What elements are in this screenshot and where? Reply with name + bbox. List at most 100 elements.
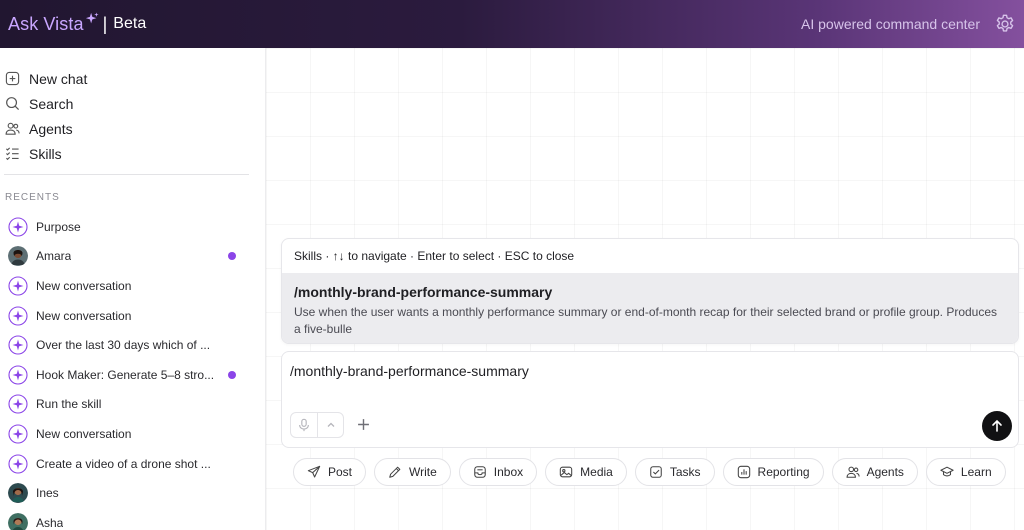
avatar	[8, 246, 28, 267]
chip-inbox[interactable]: Inbox	[458, 458, 538, 486]
sidebar: New chat Search Agents Skills RECENTS Pu…	[0, 48, 266, 530]
recent-item-label: New conversation	[36, 308, 132, 323]
recent-item[interactable]: New conversation	[0, 301, 265, 331]
recent-item[interactable]: Ines	[0, 478, 265, 508]
chip-reporting[interactable]: Reporting	[722, 458, 824, 486]
agents-icon	[5, 122, 20, 135]
chip-label: Learn	[960, 465, 992, 479]
chip-write[interactable]: Write	[374, 458, 451, 486]
recent-item[interactable]: Purpose	[0, 212, 265, 242]
pencil-icon	[389, 466, 401, 478]
search-icon	[6, 97, 20, 111]
recent-item[interactable]: New conversation	[0, 419, 265, 449]
chat-composer: /monthly-brand-performance-summary	[281, 351, 1019, 448]
unread-indicator	[228, 252, 236, 261]
checkbox-icon	[650, 466, 662, 478]
gear-icon[interactable]	[994, 13, 1016, 35]
sparkle-icon	[8, 453, 28, 474]
sidebar-item-new-chat[interactable]: New chat	[5, 66, 265, 91]
sidebar-item-skills[interactable]: Skills	[5, 141, 265, 166]
avatar	[8, 512, 28, 530]
recent-item[interactable]: Create a video of a drone shot ...	[0, 449, 265, 479]
recent-item-label: New conversation	[36, 278, 132, 293]
chip-media[interactable]: Media	[545, 458, 627, 486]
chip-agents[interactable]: Agents	[831, 458, 918, 486]
sidebar-item-label: New chat	[29, 70, 88, 87]
recent-item[interactable]: Run the skill	[0, 390, 265, 420]
main-panel: Skills · ↑↓ to navigate · Enter to selec…	[266, 48, 1024, 530]
skill-option[interactable]: /monthly-brand-performance-summary Use w…	[282, 273, 1018, 343]
recent-item-label: Ines	[36, 486, 59, 501]
voice-input-group	[290, 412, 344, 438]
chip-post[interactable]: Post	[293, 458, 367, 486]
sidebar-item-agents[interactable]: Agents	[5, 116, 265, 141]
sparkle-icon	[85, 12, 99, 24]
sparkle-icon	[8, 394, 28, 414]
app-header: Ask Vista | Beta AI powered command cent…	[0, 0, 1024, 48]
attach-button[interactable]	[354, 415, 372, 433]
sidebar-nav: New chat Search Agents Skills	[0, 48, 265, 166]
send-icon	[307, 465, 321, 478]
chip-label: Media	[580, 465, 613, 479]
agents-icon	[846, 466, 860, 478]
beta-label: Beta	[113, 15, 147, 32]
graduation-cap-icon	[940, 466, 954, 477]
skills-popup-hint: Skills · ↑↓ to navigate · Enter to selec…	[294, 249, 575, 263]
skill-option-description: Use when the user wants a monthly perfor…	[294, 305, 998, 336]
chip-tasks[interactable]: Tasks	[634, 458, 715, 486]
inbox-icon	[474, 466, 486, 478]
recent-item-label: Purpose	[36, 219, 81, 234]
chip-label: Post	[328, 465, 353, 479]
recent-item[interactable]: Amara	[0, 242, 265, 272]
brand[interactable]: Ask Vista | Beta	[8, 12, 147, 35]
sparkle-icon	[8, 365, 28, 385]
chip-label: Tasks	[669, 465, 701, 479]
recent-item-label: Create a video of a drone shot ...	[36, 456, 211, 471]
recent-item-label: Amara	[36, 249, 72, 264]
skills-popup: Skills · ↑↓ to navigate · Enter to selec…	[281, 238, 1019, 344]
sparkle-icon	[8, 276, 28, 296]
quick-action-chips: Post Write Inbox Media Tasks Reporting A…	[293, 458, 1014, 486]
sidebar-item-label: Skills	[29, 145, 62, 162]
recent-item-label: New conversation	[36, 426, 132, 441]
chip-label: Write	[409, 465, 437, 479]
microphone-icon	[299, 418, 309, 432]
chip-label: Agents	[866, 465, 904, 479]
recent-item[interactable]: New conversation	[0, 271, 265, 301]
header-tagline: AI powered command center	[801, 16, 980, 32]
recent-item[interactable]: Hook Maker: Generate 5–8 stro...	[0, 360, 265, 390]
recent-item[interactable]: Over the last 30 days which of ...	[0, 330, 265, 360]
recent-item-label: Asha	[36, 515, 64, 530]
sparkle-icon	[8, 424, 28, 444]
sidebar-divider	[4, 174, 249, 175]
new-chat-icon	[5, 71, 20, 86]
sidebar-item-label: Search	[29, 95, 74, 112]
recents-list: Purpose Amara New conversation New conve…	[0, 212, 265, 530]
sidebar-item-search[interactable]: Search	[5, 91, 265, 116]
brand-separator: |	[102, 13, 108, 34]
sparkle-icon	[8, 217, 28, 237]
skills-icon	[6, 147, 19, 161]
recent-item-label: Hook Maker: Generate 5–8 stro...	[36, 367, 215, 382]
brand-name: Ask Vista	[8, 13, 84, 34]
voice-options-button[interactable]	[317, 413, 343, 437]
message-input[interactable]: /monthly-brand-performance-summary	[290, 363, 950, 379]
chip-label: Inbox	[493, 465, 524, 479]
sparkle-icon	[8, 335, 28, 355]
sparkle-icon	[8, 306, 28, 326]
microphone-button[interactable]	[291, 413, 317, 437]
chip-learn[interactable]: Learn	[925, 458, 1006, 486]
chart-icon	[737, 465, 750, 479]
recent-item-label: Over the last 30 days which of ...	[36, 338, 211, 353]
chip-label: Reporting	[757, 465, 810, 479]
recent-item[interactable]: Asha	[0, 508, 265, 530]
sidebar-item-label: Agents	[29, 120, 73, 137]
skill-option-title: /monthly-brand-performance-summary	[294, 284, 553, 300]
unread-indicator	[228, 370, 236, 379]
send-button[interactable]	[982, 411, 1012, 441]
plus-icon	[357, 418, 369, 430]
arrow-up-icon	[992, 419, 1002, 432]
chevron-up-icon	[327, 422, 334, 427]
avatar	[8, 483, 28, 504]
recents-heading: RECENTS	[5, 192, 60, 203]
